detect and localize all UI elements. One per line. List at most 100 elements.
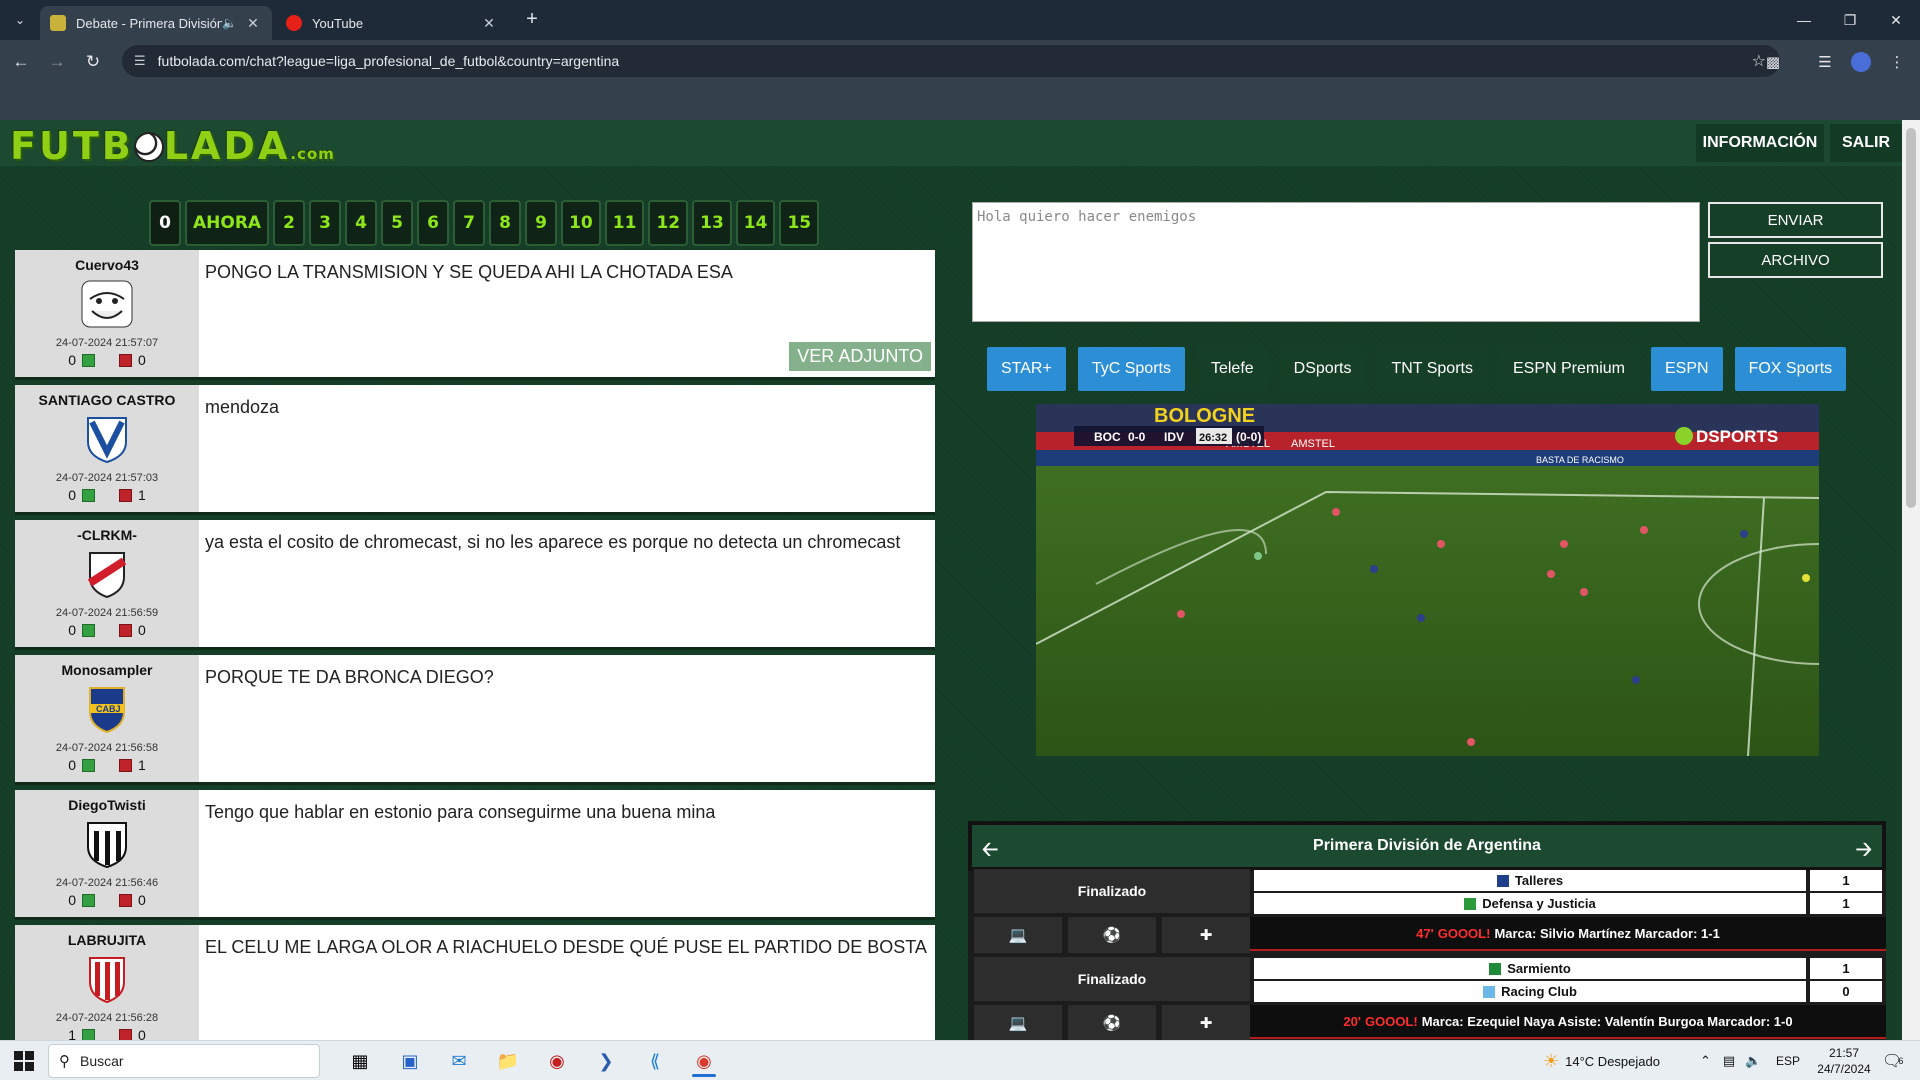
thumbs-down-icon[interactable] bbox=[119, 893, 132, 907]
task-view-icon[interactable]: ▦ bbox=[342, 1045, 378, 1077]
boca-crest-icon[interactable]: CABJ bbox=[80, 682, 134, 736]
page-button[interactable]: 7 bbox=[453, 200, 486, 246]
username[interactable]: SANTIAGO CASTRO bbox=[39, 392, 176, 408]
page-button[interactable]: 12 bbox=[648, 200, 689, 246]
username[interactable]: LABRUJITA bbox=[68, 932, 146, 948]
page-button[interactable]: 4 bbox=[345, 200, 378, 246]
attach-file-button[interactable]: ARCHIVO bbox=[1708, 242, 1883, 278]
restore-icon[interactable]: ❐ bbox=[1827, 0, 1873, 40]
channel-button[interactable]: FOX Sports bbox=[1734, 347, 1847, 391]
channel-button[interactable]: DSports bbox=[1279, 347, 1366, 391]
username[interactable]: Monosampler bbox=[61, 662, 152, 678]
page-button[interactable]: 13 bbox=[692, 200, 732, 246]
address-bar[interactable]: ☰ futbolada.com/chat?league=liga_profesi… bbox=[122, 45, 1780, 77]
futbolada-logo[interactable]: FUTB LADA.com bbox=[10, 124, 335, 168]
river-crest-icon[interactable] bbox=[80, 547, 134, 601]
thumbs-down-icon[interactable] bbox=[119, 353, 132, 367]
page-button[interactable]: 15 bbox=[779, 200, 820, 246]
weather-widget[interactable]: ☀ 14°C Despejado bbox=[1543, 1041, 1660, 1080]
thumbs-up-icon[interactable] bbox=[82, 758, 95, 772]
channel-button[interactable]: STAR+ bbox=[987, 347, 1066, 391]
channel-button[interactable]: ESPN bbox=[1651, 347, 1723, 391]
message-input[interactable] bbox=[973, 203, 1699, 321]
forward-icon[interactable]: → bbox=[44, 49, 70, 75]
channel-button[interactable]: Telefe bbox=[1196, 347, 1268, 391]
next-league-icon[interactable]: 🡢 bbox=[1856, 835, 1872, 869]
away-team[interactable]: Defensa y Justicia bbox=[1254, 893, 1806, 914]
mail-icon[interactable]: ✉ bbox=[441, 1045, 477, 1077]
back-icon[interactable]: ← bbox=[8, 49, 34, 75]
tab-search-menu-icon[interactable]: ⌄ bbox=[8, 8, 32, 32]
clock[interactable]: 21:57 24/7/2024 bbox=[1816, 1041, 1872, 1080]
chaco-crest-icon[interactable] bbox=[80, 817, 134, 871]
close-tab-icon[interactable]: ✕ bbox=[480, 15, 498, 32]
thumbs-up-icon[interactable] bbox=[82, 623, 95, 637]
tab-debate[interactable]: Debate - Primera División d 🔈 ✕ bbox=[40, 6, 272, 40]
network-icon[interactable]: ▤ bbox=[1723, 1053, 1735, 1069]
chrome-menu-icon[interactable]: ⋮ bbox=[1886, 51, 1908, 73]
speaker-icon[interactable]: 🔈 bbox=[222, 16, 240, 30]
plus-icon[interactable]: ✚ bbox=[1162, 917, 1250, 953]
volume-icon[interactable]: 🔈 bbox=[1745, 1053, 1761, 1069]
view-attachment-button[interactable]: VER ADJUNTO bbox=[789, 342, 931, 371]
channel-button[interactable]: ESPN Premium bbox=[1498, 347, 1639, 391]
chrome-taskbar-icon[interactable]: ◉ bbox=[686, 1045, 722, 1077]
page-button[interactable]: 11 bbox=[604, 200, 645, 246]
reload-icon[interactable]: ↻ bbox=[80, 49, 106, 75]
thumbs-down-icon[interactable] bbox=[119, 623, 132, 637]
file-explorer-icon[interactable]: 📁 bbox=[490, 1045, 526, 1077]
vscode-icon[interactable]: ⟪ bbox=[637, 1045, 673, 1077]
thumbs-up-icon[interactable] bbox=[82, 488, 95, 502]
tv-icon[interactable]: 💻 bbox=[974, 917, 1062, 953]
page-button[interactable]: 0 bbox=[149, 200, 181, 246]
troll-face-icon[interactable] bbox=[80, 277, 134, 331]
profile-icon[interactable] bbox=[1850, 51, 1872, 73]
home-team[interactable]: Talleres bbox=[1254, 870, 1806, 891]
username[interactable]: Cuervo43 bbox=[75, 257, 139, 273]
thumbs-up-icon[interactable] bbox=[82, 353, 95, 367]
velez-crest-icon[interactable] bbox=[80, 412, 134, 466]
thumbs-up-icon[interactable] bbox=[82, 893, 95, 907]
powershell-icon[interactable]: ❯ bbox=[588, 1045, 624, 1077]
channel-button[interactable]: TNT Sports bbox=[1377, 347, 1487, 391]
ball-icon[interactable]: ⚽ bbox=[1068, 1005, 1156, 1041]
scrollbar-thumb[interactable] bbox=[1906, 128, 1916, 508]
username[interactable]: DiegoTwisti bbox=[68, 797, 146, 813]
thumbs-down-icon[interactable] bbox=[119, 758, 132, 772]
ball-icon[interactable]: ⚽ bbox=[1068, 917, 1156, 953]
site-info-icon[interactable]: ☰ bbox=[134, 53, 146, 69]
language-indicator[interactable]: ESP bbox=[1776, 1041, 1800, 1080]
home-team[interactable]: Sarmiento bbox=[1254, 958, 1806, 979]
store-icon[interactable]: ▣ bbox=[392, 1045, 428, 1077]
close-window-icon[interactable]: ✕ bbox=[1873, 0, 1919, 40]
page-button[interactable]: 6 bbox=[417, 200, 450, 246]
page-scrollbar[interactable] bbox=[1902, 120, 1920, 1040]
logout-button[interactable]: SALIR bbox=[1830, 124, 1902, 162]
notifications-icon[interactable]: 🗨 6 bbox=[1882, 1041, 1903, 1080]
media-app-icon[interactable]: ◉ bbox=[539, 1045, 575, 1077]
chevron-up-icon[interactable]: ⌃ bbox=[1700, 1053, 1711, 1069]
plus-icon[interactable]: ✚ bbox=[1162, 1005, 1250, 1041]
username[interactable]: -CLRKM- bbox=[77, 527, 137, 543]
page-button[interactable]: 9 bbox=[525, 200, 558, 246]
page-button[interactable]: 14 bbox=[735, 200, 776, 246]
page-button[interactable]: 2 bbox=[273, 200, 306, 246]
thumbs-down-icon[interactable] bbox=[119, 488, 132, 502]
estudiantes-crest-icon[interactable] bbox=[80, 952, 134, 1006]
media-controls-icon[interactable]: ☰ bbox=[1814, 51, 1836, 73]
windows-start-icon[interactable] bbox=[14, 1051, 34, 1071]
prev-league-icon[interactable]: 🡠 bbox=[982, 835, 998, 869]
page-button[interactable]: AHORA bbox=[185, 200, 270, 246]
taskbar-search[interactable]: ⚲ Buscar bbox=[48, 1044, 320, 1078]
close-tab-icon[interactable]: ✕ bbox=[244, 15, 262, 32]
minimize-icon[interactable]: — bbox=[1781, 0, 1827, 40]
tab-youtube[interactable]: YouTube ✕ bbox=[276, 6, 508, 40]
page-button[interactable]: 10 bbox=[561, 200, 601, 246]
away-team[interactable]: Racing Club bbox=[1254, 981, 1806, 1002]
page-button[interactable]: 8 bbox=[489, 200, 522, 246]
channel-button[interactable]: TyC Sports bbox=[1077, 347, 1185, 391]
page-button[interactable]: 5 bbox=[381, 200, 414, 246]
tv-icon[interactable]: 💻 bbox=[974, 1005, 1062, 1041]
send-button[interactable]: ENVIAR bbox=[1708, 202, 1883, 238]
new-tab-icon[interactable]: + bbox=[520, 8, 544, 32]
